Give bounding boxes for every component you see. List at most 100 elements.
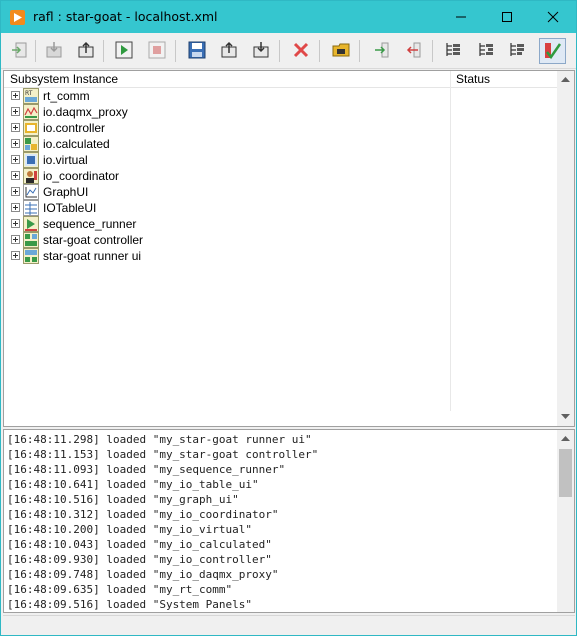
log-line: [16:48:10.200] loaded "my_io_virtual" xyxy=(7,523,253,536)
toolbar xyxy=(1,33,576,69)
tree-list-icon[interactable] xyxy=(444,41,462,59)
accept-button[interactable] xyxy=(539,38,566,64)
log-line: [16:48:10.641] loaded "my_io_table_ui" xyxy=(7,478,259,491)
expand-icon[interactable] xyxy=(11,155,20,164)
toolbar-separator xyxy=(319,40,320,62)
expand-icon[interactable] xyxy=(11,171,20,180)
folder-icon[interactable] xyxy=(332,41,350,59)
subsystem-tree[interactable]: Subsystem Instance Status RT rt_comm io.… xyxy=(3,70,575,427)
log-line: [16:48:09.516] loaded "System Panels" xyxy=(7,598,253,611)
log-line: [16:48:10.516] loaded "my_graph_ui" xyxy=(7,493,239,506)
expand-icon[interactable] xyxy=(11,219,20,228)
expand-icon[interactable] xyxy=(11,91,20,100)
tree-row-sequence-runner[interactable]: sequence_runner xyxy=(4,216,448,232)
app-window: rafl : star-goat - localhost.xml Subsyst… xyxy=(0,0,577,636)
io-coordinator-icon xyxy=(23,168,39,184)
log-scrollbar[interactable] xyxy=(557,430,574,612)
expand-icon[interactable] xyxy=(11,187,20,196)
tree-row-io-coordinator[interactable]: io_coordinator xyxy=(4,168,448,184)
column-divider xyxy=(450,71,451,411)
expand-icon[interactable] xyxy=(11,107,20,116)
log-line: [16:48:09.748] loaded "my_io_daqmx_proxy… xyxy=(7,568,279,581)
maximize-button[interactable] xyxy=(484,1,530,33)
column-header-subsystem[interactable]: Subsystem Instance xyxy=(10,72,118,86)
title-bar: rafl : star-goat - localhost.xml xyxy=(1,1,576,33)
tree-row-runner-ui[interactable]: star-goat runner ui xyxy=(4,248,448,264)
tree-row-controller[interactable]: star-goat controller xyxy=(4,232,448,248)
expand-icon[interactable] xyxy=(11,235,20,244)
log-panel[interactable]: [16:48:11.298] loaded "my_star-goat runn… xyxy=(3,429,575,613)
tree-row-label: io.calculated xyxy=(43,137,110,151)
tree-row-label: io_coordinator xyxy=(43,169,120,183)
svg-text:RT: RT xyxy=(25,90,33,97)
tree-row-io-calculated[interactable]: io.calculated xyxy=(4,136,448,152)
tree-header: Subsystem Instance Status xyxy=(4,71,574,88)
tree-row-io-controller[interactable]: io.controller xyxy=(4,120,448,136)
delete-icon[interactable] xyxy=(292,41,310,59)
rt-comm-icon: RT xyxy=(23,88,39,104)
log-line: [16:48:10.043] loaded "my_io_calculated" xyxy=(7,538,272,551)
save-icon[interactable] xyxy=(188,41,206,59)
scroll-thumb[interactable] xyxy=(559,449,572,497)
toolbar-separator xyxy=(432,40,433,62)
log-line: [16:48:11.298] loaded "my_star-goat runn… xyxy=(7,433,312,446)
upload-icon[interactable] xyxy=(77,41,95,59)
scroll-up-icon[interactable] xyxy=(557,71,574,88)
log-line: [16:48:09.635] loaded "my_rt_comm" xyxy=(7,583,233,596)
log-line: [16:48:11.153] loaded "my_star-goat cont… xyxy=(7,448,319,461)
window-title: rafl : star-goat - localhost.xml xyxy=(33,9,218,24)
log-line: [16:48:11.093] loaded "my_sequence_runne… xyxy=(7,463,286,476)
tree-scrollbar[interactable] xyxy=(557,71,574,426)
sequence-runner-icon xyxy=(23,216,39,232)
toolbar-separator xyxy=(279,40,280,62)
tree-expand-icon[interactable] xyxy=(477,41,495,59)
toolbar-separator xyxy=(103,40,104,62)
scroll-down-icon[interactable] xyxy=(557,409,574,426)
tree-row-label: star-goat controller xyxy=(43,233,144,247)
expand-icon[interactable] xyxy=(11,203,20,212)
expand-icon[interactable] xyxy=(11,123,20,132)
io-table-ui-icon xyxy=(23,200,39,216)
toolbar-separator xyxy=(35,40,36,62)
load-disabled-icon[interactable] xyxy=(45,41,63,59)
tree-row-label: sequence_runner xyxy=(43,217,137,231)
tree-row-daqmx-proxy[interactable]: io.daqmx_proxy xyxy=(4,104,448,120)
expand-icon[interactable] xyxy=(11,139,20,148)
status-bar xyxy=(3,615,575,635)
tree-collapse-icon[interactable] xyxy=(508,41,526,59)
log-line: [16:48:09.930] loaded "my_io_controller" xyxy=(7,553,272,566)
import-icon[interactable] xyxy=(252,41,270,59)
toolbar-separator xyxy=(359,40,360,62)
run-icon[interactable] xyxy=(115,41,133,59)
expand-icon[interactable] xyxy=(11,251,20,260)
io-calculated-icon xyxy=(23,136,39,152)
stop-icon[interactable] xyxy=(148,41,166,59)
tree-row-io-table-ui[interactable]: IOTableUI xyxy=(4,200,448,216)
daqmx-proxy-icon xyxy=(23,104,39,120)
scroll-up-icon[interactable] xyxy=(557,430,574,447)
close-button[interactable] xyxy=(530,1,576,33)
tree-row-rt-comm[interactable]: RT rt_comm xyxy=(4,88,448,104)
app-icon[interactable] xyxy=(10,10,25,25)
tree-row-label: star-goat runner ui xyxy=(43,249,142,263)
connect-icon[interactable] xyxy=(11,41,29,59)
graph-ui-icon xyxy=(23,184,39,200)
tree-row-label: io.virtual xyxy=(43,153,88,167)
io-controller-icon xyxy=(23,120,39,136)
toolbar-separator xyxy=(175,40,176,62)
log-line: [16:48:10.312] loaded "my_io_coordinator… xyxy=(7,508,279,521)
tree-row-label: rt_comm xyxy=(43,89,90,103)
tree-row-io-virtual[interactable]: io.virtual xyxy=(4,152,448,168)
enter-icon[interactable] xyxy=(373,41,391,59)
tree-row-label: io.controller xyxy=(43,121,106,135)
controller-icon xyxy=(23,232,39,248)
tree-row-label: GraphUI xyxy=(43,185,89,199)
column-header-status[interactable]: Status xyxy=(456,72,490,86)
runner-ui-icon xyxy=(23,248,39,264)
exit-icon[interactable] xyxy=(405,41,423,59)
export-icon[interactable] xyxy=(220,41,238,59)
minimize-button[interactable] xyxy=(438,1,484,33)
tree-row-graph-ui[interactable]: GraphUI xyxy=(4,184,448,200)
tree-row-label: io.daqmx_proxy xyxy=(43,105,128,119)
tree-row-label: IOTableUI xyxy=(43,201,97,215)
